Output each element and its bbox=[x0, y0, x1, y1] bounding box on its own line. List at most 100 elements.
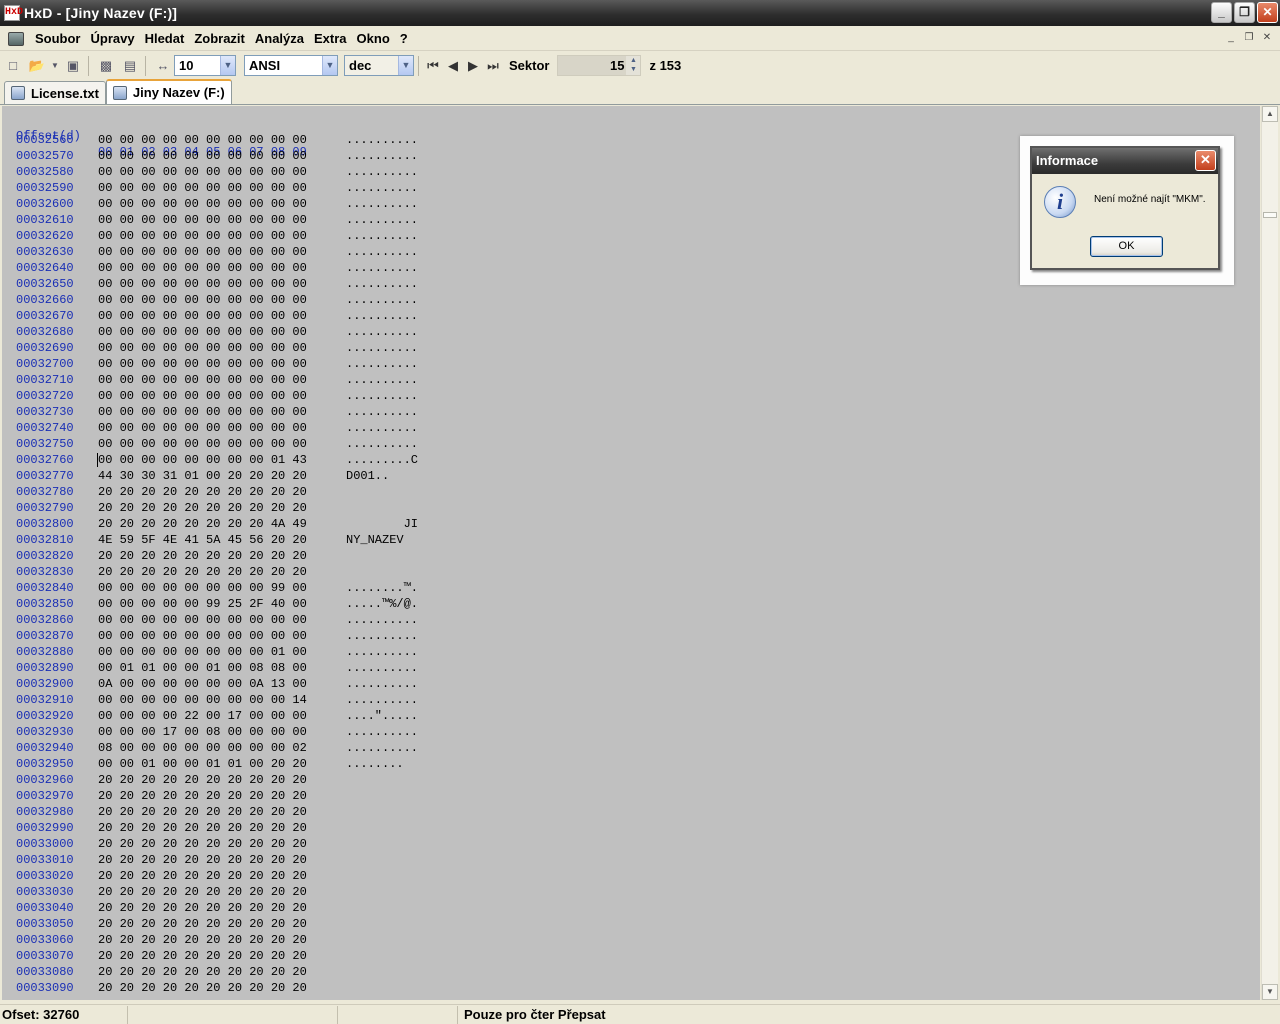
row-hex-bytes[interactable]: 00 00 00 00 00 00 00 00 00 14 bbox=[98, 692, 307, 708]
chevron-down-icon[interactable]: ▼ bbox=[398, 56, 413, 75]
row-hex-bytes[interactable]: 00 00 00 00 00 00 00 00 00 00 bbox=[98, 180, 307, 196]
row-hex-bytes[interactable]: 00 00 00 17 00 08 00 00 00 00 bbox=[98, 724, 307, 740]
tab-jiny-nazev[interactable]: Jiny Nazev (F:) bbox=[105, 79, 232, 104]
row-hex-bytes[interactable]: 20 20 20 20 20 20 20 20 20 20 bbox=[98, 788, 307, 804]
row-text[interactable]: D001.. bbox=[346, 468, 389, 484]
row-hex-bytes[interactable]: 20 20 20 20 20 20 20 20 20 20 bbox=[98, 980, 307, 996]
ok-button[interactable]: OK bbox=[1090, 236, 1163, 257]
row-hex-bytes[interactable]: 4E 59 5F 4E 41 5A 45 56 20 20 bbox=[98, 532, 307, 548]
row-hex-bytes[interactable]: 20 20 20 20 20 20 20 20 20 20 bbox=[98, 804, 307, 820]
row-hex-bytes[interactable]: 00 01 01 00 00 01 00 08 08 00 bbox=[98, 660, 307, 676]
menu-extra[interactable]: Extra bbox=[309, 28, 352, 50]
row-hex-bytes[interactable]: 00 00 00 00 00 00 00 00 00 00 bbox=[98, 132, 307, 148]
title-bar[interactable]: HxD HxD - [Jiny Nazev (F:)] _ ❐ ✕ bbox=[0, 0, 1280, 26]
row-hex-bytes[interactable]: 00 00 00 00 00 00 00 00 00 00 bbox=[98, 612, 307, 628]
open-ram-icon[interactable]: ▤ bbox=[119, 55, 141, 77]
menu-analyza[interactable]: Analýza bbox=[250, 28, 309, 50]
minimize-button[interactable]: _ bbox=[1211, 2, 1232, 23]
row-text[interactable]: NY_NAZEV bbox=[346, 532, 404, 548]
row-hex-bytes[interactable]: 20 20 20 20 20 20 20 20 20 20 bbox=[98, 548, 307, 564]
tab-license-txt[interactable]: License.txt bbox=[4, 81, 106, 104]
row-text[interactable]: .......... bbox=[346, 340, 418, 356]
row-hex-bytes[interactable]: 00 00 00 00 00 99 25 2F 40 00 bbox=[98, 596, 307, 612]
row-hex-bytes[interactable]: 00 00 00 00 00 00 00 00 00 00 bbox=[98, 196, 307, 212]
menu-help[interactable]: ? bbox=[395, 28, 413, 50]
offset-base-select[interactable]: dec ▼ bbox=[344, 55, 414, 76]
row-text[interactable]: .......... bbox=[346, 628, 418, 644]
row-text[interactable]: .......... bbox=[346, 308, 418, 324]
row-text[interactable]: ........ bbox=[346, 756, 404, 772]
save-icon[interactable]: ▣ bbox=[62, 55, 84, 77]
row-hex-bytes[interactable]: 00 00 00 00 00 00 00 00 01 00 bbox=[98, 644, 307, 660]
menu-okno[interactable]: Okno bbox=[352, 28, 395, 50]
mdi-minimize-button[interactable]: _ bbox=[1224, 31, 1238, 45]
mdi-restore-button[interactable]: ❐ bbox=[1242, 31, 1256, 45]
row-hex-bytes[interactable]: 00 00 00 00 00 00 00 00 00 00 bbox=[98, 276, 307, 292]
open-dropdown-icon[interactable]: ▼ bbox=[50, 55, 60, 77]
spin-arrows-icon[interactable]: ▲ ▼ bbox=[626, 56, 641, 75]
row-hex-bytes[interactable]: 20 20 20 20 20 20 20 20 20 20 bbox=[98, 932, 307, 948]
row-text[interactable]: ...."..... bbox=[346, 708, 418, 724]
row-hex-bytes[interactable]: 00 00 00 00 00 00 00 00 99 00 bbox=[98, 580, 307, 596]
menu-zobrazit[interactable]: Zobrazit bbox=[189, 28, 250, 50]
new-file-icon[interactable]: □ bbox=[2, 55, 24, 77]
previous-sector-icon[interactable]: ◀ bbox=[443, 56, 463, 76]
chevron-down-icon[interactable]: ▼ bbox=[322, 56, 337, 75]
row-hex-bytes[interactable]: 20 20 20 20 20 20 20 20 20 20 bbox=[98, 964, 307, 980]
row-text[interactable]: .......... bbox=[346, 228, 418, 244]
disk-icon[interactable] bbox=[8, 31, 24, 46]
menu-hledat[interactable]: Hledat bbox=[140, 28, 190, 50]
row-hex-bytes[interactable]: 20 20 20 20 20 20 20 20 20 20 bbox=[98, 836, 307, 852]
row-text[interactable]: .......... bbox=[346, 244, 418, 260]
scrollbar-thumb[interactable] bbox=[1263, 212, 1277, 218]
open-folder-icon[interactable]: 📂 bbox=[26, 55, 48, 77]
next-sector-icon[interactable]: ▶ bbox=[463, 56, 483, 76]
row-hex-bytes[interactable]: 00 00 00 00 00 00 00 00 00 00 bbox=[98, 404, 307, 420]
row-hex-bytes[interactable]: 20 20 20 20 20 20 20 20 20 20 bbox=[98, 900, 307, 916]
row-hex-bytes[interactable]: 00 00 00 00 00 00 00 00 00 00 bbox=[98, 292, 307, 308]
row-text[interactable]: .......... bbox=[346, 404, 418, 420]
menu-upravy[interactable]: Úpravy bbox=[86, 28, 140, 50]
row-text[interactable]: .......... bbox=[346, 660, 418, 676]
row-text[interactable]: .......... bbox=[346, 164, 418, 180]
bytes-per-row-select[interactable]: 10 ▼ bbox=[174, 55, 236, 76]
row-hex-bytes[interactable]: 00 00 00 00 00 00 00 00 00 00 bbox=[98, 628, 307, 644]
row-text[interactable]: .......... bbox=[346, 420, 418, 436]
row-text[interactable]: .......... bbox=[346, 676, 418, 692]
row-hex-bytes[interactable]: 00 00 01 00 00 01 01 00 20 20 bbox=[98, 756, 307, 772]
row-text[interactable]: .......... bbox=[346, 724, 418, 740]
row-hex-bytes[interactable]: 00 00 00 00 22 00 17 00 00 00 bbox=[98, 708, 307, 724]
menu-soubor[interactable]: Soubor bbox=[30, 28, 86, 50]
row-text[interactable]: .......... bbox=[346, 644, 418, 660]
row-text[interactable]: .........C bbox=[346, 452, 418, 468]
sector-spinner[interactable]: 15 ▲ ▼ bbox=[557, 55, 642, 76]
first-sector-icon[interactable]: ⏮ bbox=[423, 56, 443, 76]
row-hex-bytes[interactable]: 44 30 30 31 01 00 20 20 20 20 bbox=[98, 468, 307, 484]
maximize-button[interactable]: ❐ bbox=[1234, 2, 1255, 23]
row-hex-bytes[interactable]: 00 00 00 00 00 00 00 00 00 00 bbox=[98, 308, 307, 324]
open-disk-icon[interactable]: ▩ bbox=[95, 55, 117, 77]
row-hex-bytes[interactable]: 00 00 00 00 00 00 00 00 00 00 bbox=[98, 356, 307, 372]
row-hex-bytes[interactable]: 20 20 20 20 20 20 20 20 20 20 bbox=[98, 500, 307, 516]
close-button[interactable]: ✕ bbox=[1257, 2, 1278, 23]
last-sector-icon[interactable]: ⏭ bbox=[483, 56, 503, 76]
dialog-title-bar[interactable]: Informace ✕ bbox=[1032, 148, 1218, 174]
row-hex-bytes[interactable]: 00 00 00 00 00 00 00 00 00 00 bbox=[98, 164, 307, 180]
row-text[interactable]: .......... bbox=[346, 132, 418, 148]
row-hex-bytes[interactable]: 20 20 20 20 20 20 20 20 20 20 bbox=[98, 884, 307, 900]
row-hex-bytes[interactable]: 20 20 20 20 20 20 20 20 20 20 bbox=[98, 820, 307, 836]
row-hex-bytes[interactable]: 20 20 20 20 20 20 20 20 20 20 bbox=[98, 852, 307, 868]
row-text[interactable]: .......... bbox=[346, 436, 418, 452]
row-hex-bytes[interactable]: 20 20 20 20 20 20 20 20 20 20 bbox=[98, 868, 307, 884]
row-text[interactable]: .......... bbox=[346, 324, 418, 340]
row-text[interactable]: .......... bbox=[346, 292, 418, 308]
charset-select[interactable]: ANSI ▼ bbox=[244, 55, 338, 76]
chevron-down-icon[interactable]: ▼ bbox=[220, 56, 235, 75]
row-hex-bytes[interactable]: 00 00 00 00 00 00 00 00 00 00 bbox=[98, 340, 307, 356]
row-hex-bytes[interactable]: 00 00 00 00 00 00 00 00 01 43 bbox=[98, 452, 307, 468]
scroll-up-icon[interactable]: ▲ bbox=[1262, 106, 1278, 122]
row-hex-bytes[interactable]: 20 20 20 20 20 20 20 20 20 20 bbox=[98, 484, 307, 500]
row-hex-bytes[interactable]: 20 20 20 20 20 20 20 20 20 20 bbox=[98, 564, 307, 580]
row-hex-bytes[interactable]: 00 00 00 00 00 00 00 00 00 00 bbox=[98, 148, 307, 164]
row-text[interactable]: JI bbox=[346, 516, 418, 532]
